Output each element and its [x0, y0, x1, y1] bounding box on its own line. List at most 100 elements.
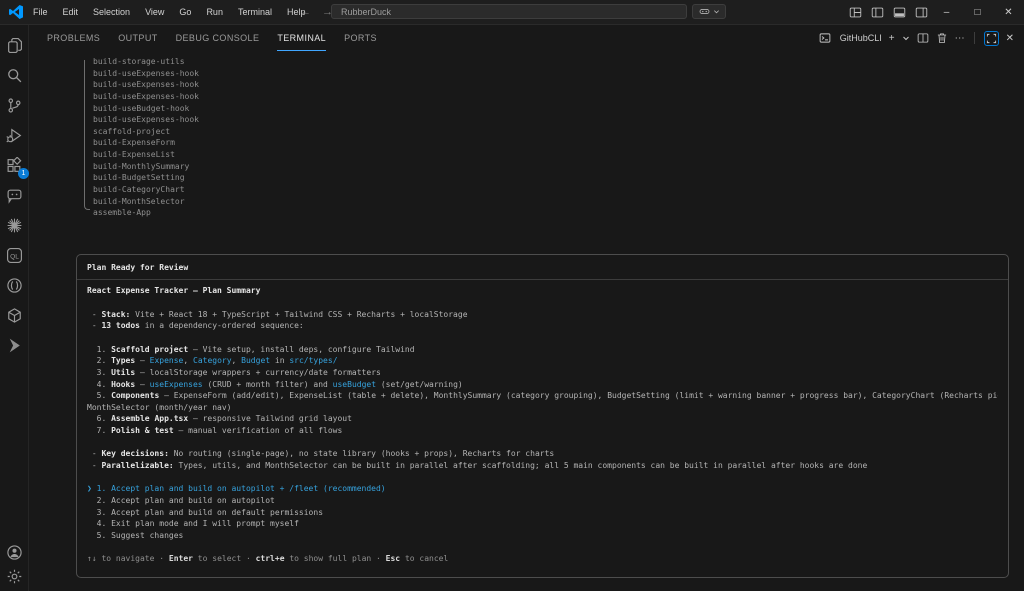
plan-option[interactable]: 3. Accept plan and build on default perm…: [87, 507, 998, 519]
task-item: build-MonthlySummary: [93, 161, 199, 173]
fleet-arrow-icon[interactable]: [2, 333, 26, 357]
terminal-icon: [819, 32, 831, 44]
new-terminal-button[interactable]: +: [889, 33, 895, 44]
todo-line: 5. Components — ExpenseForm (add/edit), …: [87, 390, 998, 402]
settings-gear-icon[interactable]: [2, 564, 26, 588]
task-item: assemble-App: [93, 207, 199, 219]
terminal-dropdown-icon[interactable]: [902, 34, 910, 42]
spark-icon[interactable]: [2, 213, 26, 237]
task-item: build-useExpenses-hook: [93, 114, 199, 126]
hint-line: ↑↓ to navigate · Enter to select · ctrl+…: [87, 553, 998, 565]
bottom-panel: PROBLEMS OUTPUT DEBUG CONSOLE TERMINAL PORTS…: [29, 25, 1024, 591]
todo-line-wrap: MonthSelector (month/year nav): [87, 402, 998, 414]
blank-line: [87, 297, 998, 309]
menu-go[interactable]: Go: [177, 5, 193, 19]
blank-line: [87, 332, 998, 344]
plan-line: - Key decisions: No routing (single-page…: [87, 448, 998, 460]
blank-line: [87, 472, 998, 484]
todo-line: 6. Assemble App.tsx — responsive Tailwin…: [87, 413, 998, 425]
task-item: build-ExpenseForm: [93, 137, 199, 149]
search-icon[interactable]: [2, 63, 26, 87]
command-center-label: RubberDuck: [341, 7, 391, 17]
explorer-icon[interactable]: [2, 33, 26, 57]
plan-box-body: React Expense Tracker — Plan Summary - S…: [77, 280, 1008, 577]
panel-header: PROBLEMS OUTPUT DEBUG CONSOLE TERMINAL PORTS…: [29, 25, 1024, 51]
menu-view[interactable]: View: [143, 5, 166, 19]
plan-summary-title: React Expense Tracker — Plan Summary: [87, 285, 998, 297]
menu-terminal[interactable]: Terminal: [236, 5, 274, 19]
package-cube-icon[interactable]: [2, 303, 26, 327]
menu-run[interactable]: Run: [204, 5, 225, 19]
task-item: build-CategoryChart: [93, 184, 199, 196]
minimize-button[interactable]: –: [931, 0, 962, 24]
parentheses-circle-icon[interactable]: [2, 273, 26, 297]
command-center[interactable]: RubberDuck: [331, 4, 687, 19]
customize-layout-icon[interactable]: [849, 6, 862, 19]
blank-line: [87, 542, 998, 554]
todo-line: 2. Types — Expense, Category, Budget in …: [87, 355, 998, 367]
task-item: build-useBudget-hook: [93, 103, 199, 115]
svg-text:QL: QL: [10, 253, 19, 260]
panel-tabs: PROBLEMS OUTPUT DEBUG CONSOLE TERMINAL PORTS: [47, 25, 377, 51]
accounts-icon[interactable]: [2, 540, 26, 564]
plan-line: - 13 todos in a dependency-ordered seque…: [87, 320, 998, 332]
extensions-icon[interactable]: 1: [2, 153, 26, 177]
task-item: build-useExpenses-hook: [93, 91, 199, 103]
task-item: build-storage-utils: [93, 56, 199, 68]
activity-bar: 1 QL: [0, 25, 29, 591]
tab-terminal[interactable]: TERMINAL: [277, 25, 326, 51]
maximize-panel-button[interactable]: [984, 31, 999, 46]
maximize-button[interactable]: □: [962, 0, 993, 24]
codeql-icon[interactable]: QL: [2, 243, 26, 267]
toggle-panel-icon[interactable]: [893, 6, 906, 19]
toggle-primary-sidebar-icon[interactable]: [871, 6, 884, 19]
tab-problems[interactable]: PROBLEMS: [47, 25, 100, 51]
plan-option[interactable]: 4. Exit plan mode and I will prompt myse…: [87, 518, 998, 530]
panel-actions: GitHubCLI + ⋯ ✕: [819, 31, 1024, 46]
terminal-viewport[interactable]: build-storage-utilsbuild-useExpenses-hoo…: [29, 51, 1024, 591]
toggle-secondary-sidebar-icon[interactable]: [915, 6, 928, 19]
tab-debug-console[interactable]: DEBUG CONSOLE: [176, 25, 260, 51]
run-debug-icon[interactable]: [2, 123, 26, 147]
status-line: o Plan ready for review ### React Expens…: [76, 231, 1009, 243]
todo-line: 4. Hooks — useExpenses (CRUD + month fil…: [87, 379, 998, 391]
divider: [974, 32, 975, 44]
plan-box: Plan Ready for Review React Expense Trac…: [76, 254, 1009, 578]
task-tree-line: [84, 60, 90, 210]
plan-option-selected[interactable]: ❯ 1. Accept plan and build on autopilot …: [87, 483, 998, 495]
close-window-button[interactable]: ✕: [993, 0, 1024, 24]
chat-icon[interactable]: [2, 183, 26, 207]
todo-line: 3. Utils — localStorage wrappers + curre…: [87, 367, 998, 379]
history-back-icon[interactable]: ←: [300, 6, 311, 18]
copilot-icon: [699, 6, 710, 17]
extensions-badge: 1: [18, 168, 29, 179]
title-bar: FileEditSelectionViewGoRunTerminalHelp ←…: [0, 0, 1024, 25]
tab-ports[interactable]: PORTS: [344, 25, 377, 51]
menu-edit[interactable]: Edit: [61, 5, 81, 19]
source-control-icon[interactable]: [2, 93, 26, 117]
kill-terminal-trash-icon[interactable]: [936, 32, 948, 44]
close-panel-button[interactable]: ✕: [1006, 33, 1014, 44]
terminal-session-label[interactable]: GitHubCLI: [840, 33, 882, 43]
menu-file[interactable]: File: [31, 5, 50, 19]
task-item: build-useExpenses-hook: [93, 68, 199, 80]
task-list-items: build-storage-utilsbuild-useExpenses-hoo…: [93, 56, 199, 219]
plan-line: - Parallelizable: Types, utils, and Mont…: [87, 460, 998, 472]
tab-output[interactable]: OUTPUT: [118, 25, 157, 51]
plan-option[interactable]: 5. Suggest changes: [87, 530, 998, 542]
split-terminal-icon[interactable]: [917, 32, 929, 44]
plan-option[interactable]: 2. Accept plan and build on autopilot: [87, 495, 998, 507]
task-item: build-MonthSelector: [93, 196, 199, 208]
plan-box-title: Plan Ready for Review: [77, 255, 1008, 280]
copilot-menu-button[interactable]: [692, 4, 726, 19]
more-actions-icon[interactable]: ⋯: [955, 33, 965, 44]
task-list: build-storage-utilsbuild-useExpenses-hoo…: [76, 56, 199, 219]
task-item: scaffold-project: [93, 126, 199, 138]
todo-line: 7. Polish & test — manual verification o…: [87, 425, 998, 437]
plan-line: - Stack: Vite + React 18 + TypeScript + …: [87, 309, 998, 321]
task-item: build-BudgetSetting: [93, 172, 199, 184]
chevron-down-icon: [713, 8, 720, 15]
menu-selection[interactable]: Selection: [91, 5, 132, 19]
maximize-panel-icon: [986, 33, 997, 44]
menu-bar: FileEditSelectionViewGoRunTerminalHelp: [31, 0, 307, 24]
